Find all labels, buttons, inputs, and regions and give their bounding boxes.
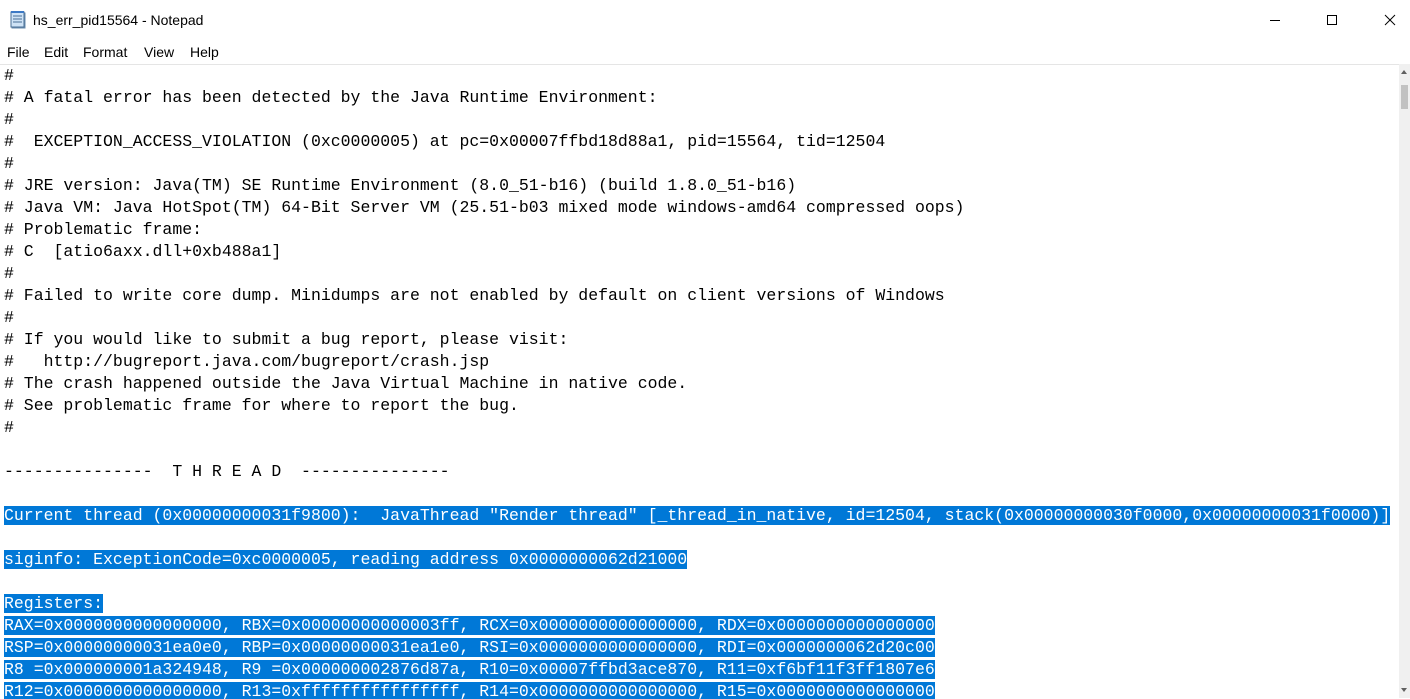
scrollbar-thumb[interactable] [1401, 85, 1408, 109]
text-line [4, 439, 1390, 461]
line-text: # [4, 264, 14, 283]
text-line: # Problematic frame: [4, 219, 1390, 241]
text-line [4, 571, 1390, 593]
scroll-down-arrow-icon[interactable] [1401, 688, 1407, 692]
line-text: R12=0x0000000000000000, R13=0xffffffffff… [4, 682, 935, 699]
line-text: # C [atio6axx.dll+0xb488a1] [4, 242, 282, 261]
line-text: RAX=0x0000000000000000, RBX=0x0000000000… [4, 616, 935, 635]
text-line: # http://bugreport.java.com/bugreport/cr… [4, 351, 1390, 373]
line-text: siginfo: ExceptionCode=0xc0000005, readi… [4, 550, 688, 569]
text-line: # The crash happened outside the Java Vi… [4, 373, 1390, 395]
line-text: # See problematic frame for where to rep… [4, 396, 519, 415]
line-text: Registers: [4, 594, 104, 613]
menu-edit[interactable]: Edit [43, 43, 69, 61]
close-icon [1384, 14, 1396, 26]
close-button[interactable] [1361, 0, 1410, 40]
text-line: siginfo: ExceptionCode=0xc0000005, readi… [4, 549, 1390, 571]
text-content: # # A fatal error has been detected by th… [4, 65, 1391, 699]
text-editor-area[interactable]: # # A fatal error has been detected by th… [0, 64, 1399, 699]
line-text: # [4, 308, 14, 327]
minimize-icon [1270, 20, 1280, 21]
minimize-button[interactable] [1246, 0, 1304, 40]
menu-bar: File Edit Format View Help [0, 40, 1410, 64]
line-text: # http://bugreport.java.com/bugreport/cr… [4, 352, 490, 371]
notepad-icon [10, 11, 26, 29]
text-line: # See problematic frame for where to rep… [4, 395, 1390, 417]
text-line: Current thread (0x00000000031f9800): Jav… [4, 505, 1391, 527]
text-line: # [4, 417, 1390, 439]
menu-format[interactable]: Format [82, 43, 128, 61]
scroll-up-arrow-icon[interactable] [1401, 70, 1407, 74]
line-text: # The crash happened outside the Java Vi… [4, 374, 688, 393]
line-text: Current thread (0x00000000031f9800): Jav… [4, 506, 1391, 525]
line-text: # [4, 154, 14, 173]
line-text: --------------- T H R E A D ------------… [4, 462, 450, 481]
text-line: # [4, 307, 1390, 329]
line-text: RSP=0x00000000031ea0e0, RBP=0x0000000003… [4, 638, 935, 657]
line-text: # Java VM: Java HotSpot(TM) 64-Bit Serve… [4, 198, 965, 217]
text-line: # C [atio6axx.dll+0xb488a1] [4, 241, 1390, 263]
line-text: # JRE version: Java(TM) SE Runtime Envir… [4, 176, 797, 195]
text-line: # [4, 263, 1390, 285]
line-text: # [4, 66, 14, 85]
text-line [4, 483, 1390, 505]
line-text: # [4, 418, 14, 437]
text-line: R8 =0x000000001a324948, R9 =0x0000000028… [4, 659, 1390, 681]
line-text: # Problematic frame: [4, 220, 203, 239]
text-line: R12=0x0000000000000000, R13=0xffffffffff… [4, 681, 1390, 699]
text-line: # Java VM: Java HotSpot(TM) 64-Bit Serve… [4, 197, 1390, 219]
maximize-button[interactable] [1303, 0, 1361, 40]
maximize-icon [1327, 15, 1337, 25]
window-title: hs_err_pid15564 - Notepad [33, 12, 204, 28]
title-bar: hs_err_pid15564 - Notepad [0, 0, 1410, 40]
text-line: # If you would like to submit a bug repo… [4, 329, 1390, 351]
text-line: RSP=0x00000000031ea0e0, RBP=0x0000000003… [4, 637, 1390, 659]
text-line: # [4, 109, 1390, 131]
text-line: # A fatal error has been detected by the… [4, 87, 1390, 109]
text-line: # Failed to write core dump. Minidumps a… [4, 285, 1390, 307]
text-line: # [4, 153, 1390, 175]
line-text: # If you would like to submit a bug repo… [4, 330, 569, 349]
line-text: # A fatal error has been detected by the… [4, 88, 658, 107]
vertical-scrollbar[interactable] [1399, 64, 1410, 698]
menu-view[interactable]: View [143, 43, 175, 61]
text-line: --------------- T H R E A D ------------… [4, 461, 1390, 483]
line-text: # EXCEPTION_ACCESS_VIOLATION (0xc0000005… [4, 132, 886, 151]
menu-file[interactable]: File [6, 43, 31, 61]
line-text: # Failed to write core dump. Minidumps a… [4, 286, 945, 305]
text-line [4, 527, 1390, 549]
text-line: RAX=0x0000000000000000, RBX=0x0000000000… [4, 615, 1390, 637]
text-line: # [4, 65, 1390, 87]
menu-help[interactable]: Help [189, 43, 220, 61]
line-text: R8 =0x000000001a324948, R9 =0x0000000028… [4, 660, 935, 679]
line-text: # [4, 110, 14, 129]
text-line: # EXCEPTION_ACCESS_VIOLATION (0xc0000005… [4, 131, 1390, 153]
text-line: Registers: [4, 593, 1390, 615]
text-line: # JRE version: Java(TM) SE Runtime Envir… [4, 175, 1390, 197]
